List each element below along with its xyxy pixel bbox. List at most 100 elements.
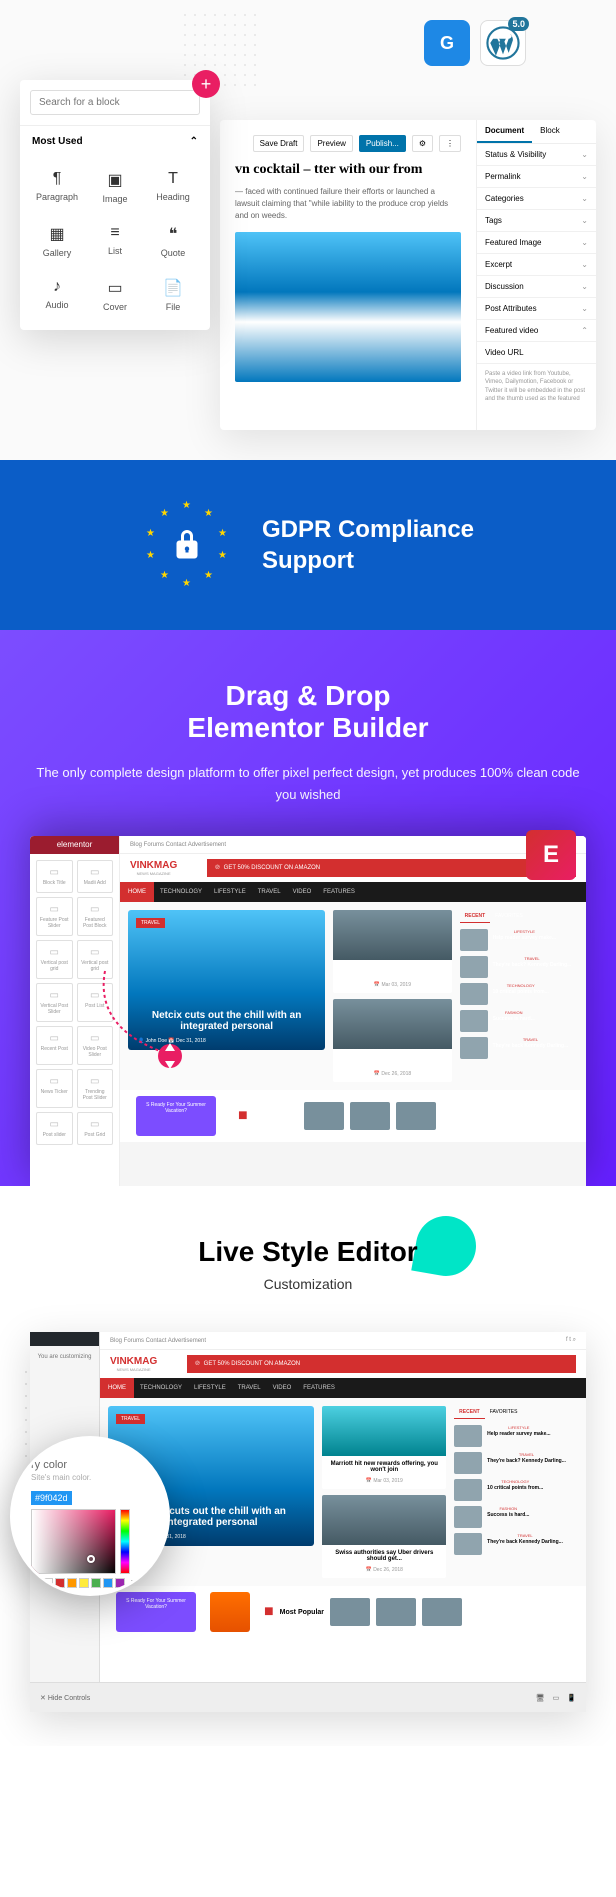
device-desktop-icon[interactable]: 🖥 — [536, 1694, 545, 1702]
block-search-input[interactable] — [30, 90, 200, 115]
color-field-label: ry color — [31, 1459, 149, 1471]
elementor-canvas[interactable]: Blog Forums Contact Advertisementf t ⌕ V… — [120, 836, 586, 1186]
nav-item[interactable]: VIDEO — [287, 889, 318, 895]
row-permalink[interactable]: Permalink⌄ — [477, 166, 596, 188]
hero-post[interactable]: TRAVEL Netcix cuts out the chill with an… — [128, 910, 325, 1050]
swatch[interactable] — [91, 1578, 101, 1588]
block-gallery[interactable]: ▦Gallery — [30, 216, 84, 266]
customizer-footer: ✕ Hide Controls 🖥 ▭ 📱 — [30, 1682, 586, 1712]
nav-home[interactable]: HOME — [120, 882, 154, 902]
row-status[interactable]: Status & Visibility⌄ — [477, 144, 596, 166]
widget-item[interactable]: ▭Madii Add — [77, 860, 114, 893]
mini-post[interactable]: FASHIONSuccess is hard... — [460, 1010, 578, 1032]
post-card[interactable]: Marriott hit new rewards offering, you w… — [333, 910, 451, 993]
widget-item[interactable]: ▭Trending Post Slider — [77, 1069, 114, 1108]
nav-item[interactable]: TRAVEL — [252, 889, 287, 895]
nav-item[interactable]: TECHNOLOGY — [154, 889, 208, 895]
block-file[interactable]: 📄File — [146, 270, 200, 320]
widget-item[interactable]: ▭Post slider — [36, 1112, 73, 1145]
editor-window: Save Draft Preview Publish... ⚙ ⋮ vn coc… — [220, 120, 596, 430]
widget-item[interactable]: ▭Vertical Post Slider — [36, 983, 73, 1022]
wordpress-icon — [486, 26, 520, 60]
preview-button[interactable]: Preview — [310, 135, 352, 152]
block-section-header[interactable]: Most Used ⌃ — [20, 126, 210, 157]
gdpr-section: ★★ ★★ ★★ ★★ ★★ GDPR Compliance Support — [0, 460, 616, 630]
live-editor-subtitle: Customization — [0, 1276, 616, 1292]
customizer-preview[interactable]: Blog Forums Contact Advertisementf t ⌕ V… — [100, 1332, 586, 1682]
widget-item[interactable]: ▭Recent Post — [36, 1026, 73, 1065]
widget-item[interactable]: ▭Vertical post grid — [36, 940, 73, 979]
swatch[interactable] — [67, 1578, 77, 1588]
row-excerpt[interactable]: Excerpt⌄ — [477, 254, 596, 276]
block-cover[interactable]: ▭Cover — [88, 270, 142, 320]
elementor-section: Drag & Drop Elementor Builder The only c… — [0, 630, 616, 1186]
publish-button[interactable]: Publish... — [359, 135, 406, 152]
color-picker-magnifier: ry color Site's main color. #9f042d Rese… — [10, 1436, 170, 1596]
widget-item[interactable]: ▭Feature Post Slider — [36, 897, 73, 936]
promo-card[interactable]: S Ready For Your Summer Vacation? — [136, 1096, 216, 1136]
mini-post[interactable]: TRAVELThey're back Kennedy Darling... — [460, 1037, 578, 1059]
block-paragraph[interactable]: ¶Paragraph — [30, 162, 84, 212]
block-audio[interactable]: ♪Audio — [30, 270, 84, 320]
row-tags[interactable]: Tags⌄ — [477, 210, 596, 232]
tab-document[interactable]: Document — [477, 120, 532, 143]
tab-favorites[interactable]: FAVORITES — [490, 910, 528, 923]
mini-post[interactable]: TECHNOLOGY10 critical points from... — [460, 983, 578, 1005]
add-block-button[interactable]: + — [192, 70, 220, 98]
device-mobile-icon[interactable]: 📱 — [567, 1694, 576, 1702]
post-featured-image[interactable] — [235, 232, 461, 382]
row-featured-image[interactable]: Featured Image⌄ — [477, 232, 596, 254]
nav-item[interactable]: LIFESTYLE — [208, 889, 252, 895]
device-tablet-icon[interactable]: ▭ — [553, 1694, 560, 1702]
tab-block[interactable]: Block — [532, 120, 568, 143]
color-hue-slider[interactable] — [120, 1509, 130, 1574]
widget-item[interactable]: ▭Video Post Slider — [77, 1026, 114, 1065]
more-icon[interactable]: ⋮ — [439, 135, 461, 152]
header-banner[interactable]: ℗ GET 50% DISCOUNT ON AMAZON — [207, 859, 576, 877]
color-field-note: Site's main color. — [31, 1473, 149, 1482]
widget-item[interactable]: ▭Block Title — [36, 860, 73, 893]
swatch[interactable] — [103, 1578, 113, 1588]
block-grid: ¶Paragraph ▣Image THeading ▦Gallery ≡Lis… — [20, 157, 210, 330]
editor-sidebar: Document Block Status & Visibility⌄ Perm… — [476, 120, 596, 430]
site-header: VINKMAGNEWS MAGAZINE ℗ GET 50% DISCOUNT … — [120, 854, 586, 882]
mini-post[interactable]: TRAVELThey're back? Kennedy Darling... — [460, 956, 578, 978]
hide-controls-button[interactable]: ✕ Hide Controls — [40, 1694, 90, 1702]
chevron-down-icon: ⌄ — [581, 150, 588, 159]
sidebar-tabs: Document Block — [477, 120, 596, 144]
swatch[interactable] — [115, 1578, 125, 1588]
elementor-heading: Drag & Drop Elementor Builder — [0, 680, 616, 744]
post-title[interactable]: vn cocktail – tter with our from — [235, 162, 461, 178]
gutenberg-badge: G — [424, 20, 470, 66]
settings-icon[interactable]: ⚙ — [412, 135, 433, 152]
widget-item[interactable]: ▭News Ticker — [36, 1069, 73, 1108]
row-discussion[interactable]: Discussion⌄ — [477, 276, 596, 298]
block-heading[interactable]: THeading — [146, 162, 200, 212]
video-url-label: Video URL — [477, 342, 596, 364]
row-featured-video[interactable]: Featured video⌃ — [477, 320, 596, 342]
swatch[interactable] — [79, 1578, 89, 1588]
tab-recent[interactable]: RECENT — [460, 910, 491, 923]
widget-item[interactable]: ▭Post List — [77, 983, 114, 1022]
block-list[interactable]: ≡List — [88, 216, 142, 266]
row-categories[interactable]: Categories⌄ — [477, 188, 596, 210]
wordpress-badge: 5.0 — [480, 20, 526, 66]
block-image[interactable]: ▣Image — [88, 162, 142, 212]
post-card[interactable]: Swiss authorities say Uber drivers shoul… — [333, 999, 451, 1082]
site-nav: HOME TECHNOLOGY LIFESTYLE TRAVEL VIDEO F… — [120, 882, 586, 902]
post-body[interactable]: — faced with continued failure their eff… — [235, 186, 461, 222]
mini-post[interactable]: LIFESTYLEHelp reader survey make... — [460, 929, 578, 951]
widget-item[interactable]: ▭Featured Post Block — [77, 897, 114, 936]
widget-item[interactable]: ▭Vertical post grid — [77, 940, 114, 979]
save-draft-button[interactable]: Save Draft — [253, 135, 305, 152]
color-saturation-area[interactable] — [31, 1509, 116, 1574]
widget-item[interactable]: ▭Post Grid — [77, 1112, 114, 1145]
nav-item[interactable]: FEATURES — [317, 889, 361, 895]
row-post-attr[interactable]: Post Attributes⌄ — [477, 298, 596, 320]
live-editor-heading: Live Style Editor — [0, 1236, 616, 1268]
platform-badges: G 5.0 — [424, 20, 526, 66]
gdpr-icon: ★★ ★★ ★★ ★★ ★★ — [142, 500, 232, 590]
swatch[interactable] — [55, 1578, 65, 1588]
block-quote[interactable]: ❝Quote — [146, 216, 200, 266]
color-hex-input[interactable]: #9f042d — [31, 1491, 72, 1505]
